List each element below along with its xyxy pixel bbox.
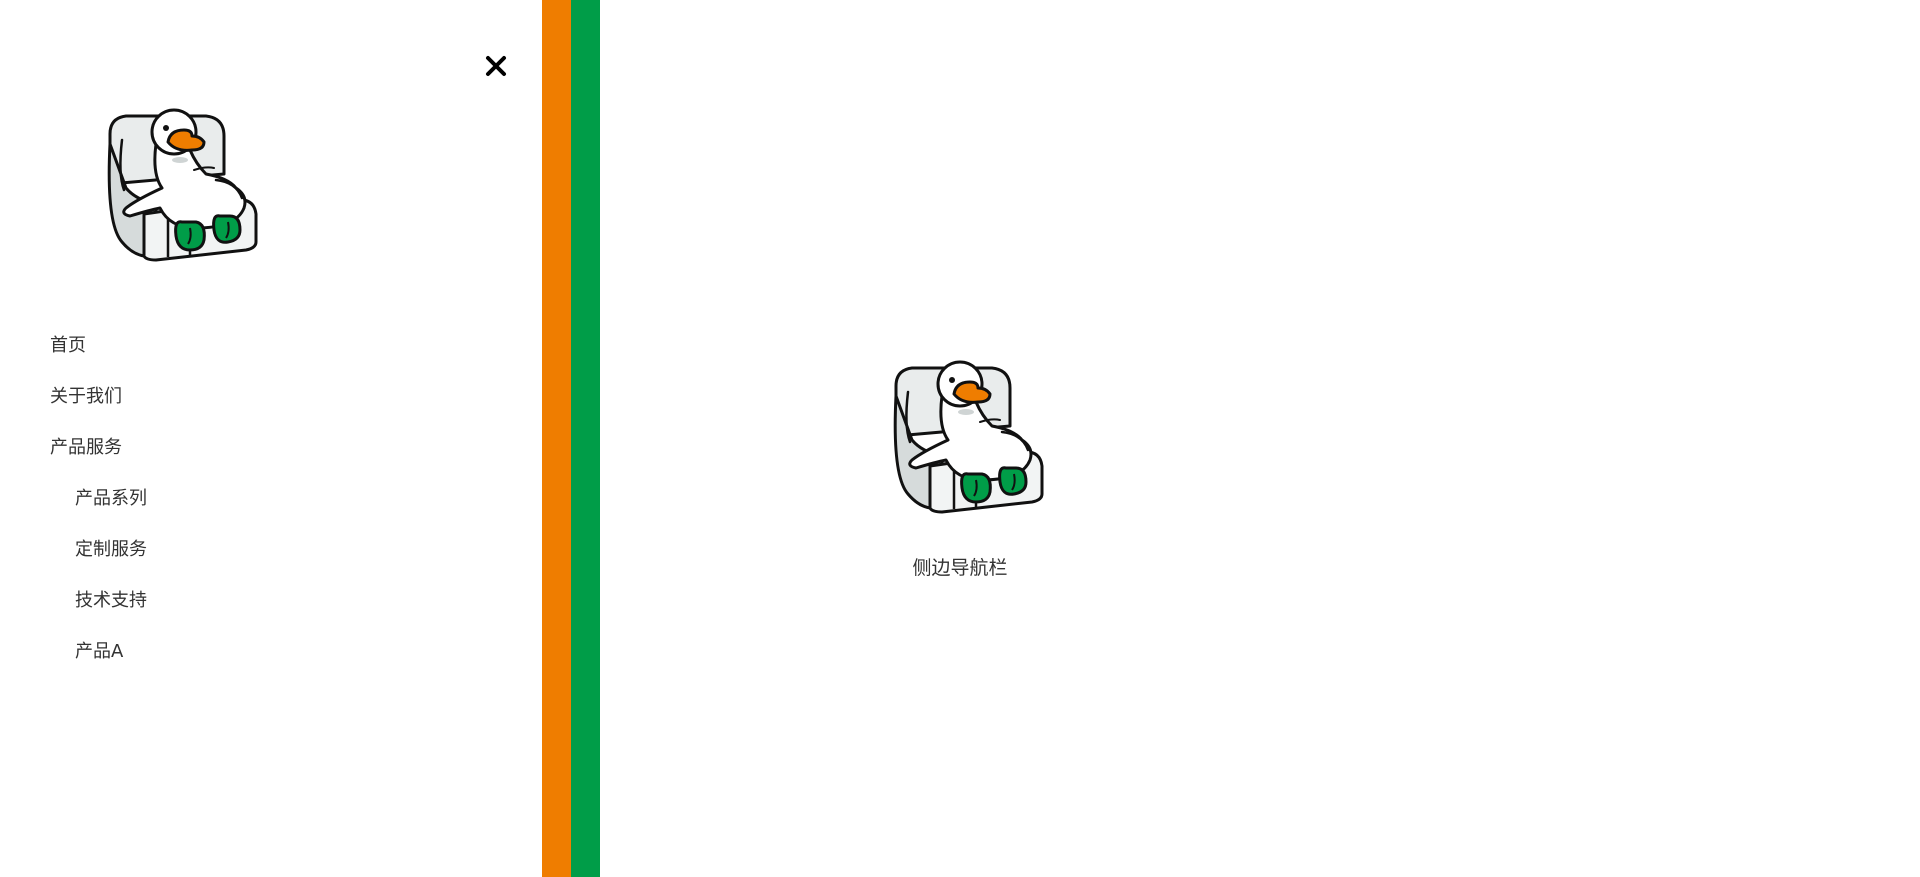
goose-in-armchair-logo-icon (893, 360, 1044, 514)
menu-item-custom-service[interactable]: 定制服务 (0, 528, 542, 579)
sidebar-logo (96, 104, 262, 264)
orange-edge-strip (542, 0, 571, 877)
sidebar-menu: 首页 关于我们 产品服务 产品系列 定制服务 技术支持 产品A (0, 324, 542, 681)
goose-in-armchair-logo-icon (107, 108, 258, 262)
page: 首页 关于我们 产品服务 产品系列 定制服务 技术支持 产品A 侧边导航栏 (0, 0, 1920, 877)
menu-item-about-us[interactable]: 关于我们 (0, 375, 542, 426)
menu-item-home[interactable]: 首页 (0, 324, 542, 375)
close-icon (486, 56, 506, 76)
green-edge-strip (571, 0, 600, 877)
menu-item-product-a[interactable]: 产品A (0, 630, 542, 681)
menu-item-product-series[interactable]: 产品系列 (0, 477, 542, 528)
content-caption: 侧边导航栏 (912, 557, 1008, 579)
menu-item-tech-support[interactable]: 技术支持 (0, 579, 542, 630)
close-button[interactable] (480, 50, 512, 82)
menu-item-products-services[interactable]: 产品服务 (0, 426, 542, 477)
content-logo (882, 356, 1048, 516)
sidebar-nav: 首页 关于我们 产品服务 产品系列 定制服务 技术支持 产品A (0, 0, 542, 877)
